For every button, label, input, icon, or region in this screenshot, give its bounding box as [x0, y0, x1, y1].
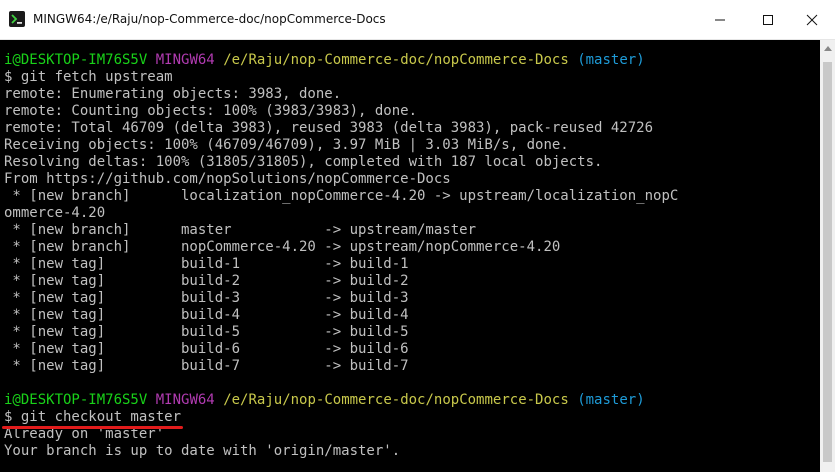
- prompt-shell: MINGW64: [155, 392, 215, 408]
- output-line: remote: Enumerating objects: 3983, done.: [4, 86, 342, 102]
- output-line: * [new branch] localization_nopCommerce-…: [4, 188, 679, 204]
- mingw-app-icon: [9, 11, 25, 27]
- red-underline: [2, 426, 184, 429]
- minimize-button[interactable]: [697, 0, 743, 39]
- prompt-line: i@DESKTOP-IM76S5V MINGW64 /e/Raju/nop-Co…: [4, 52, 678, 69]
- output-line: From https://github.com/nopSolutions/nop…: [4, 171, 451, 187]
- output-line: Resolving deltas: 100% (31805/31805), co…: [4, 154, 603, 170]
- scrollbar-thumb[interactable]: [823, 62, 832, 462]
- close-icon: [806, 14, 818, 25]
- output-line: remote: Total 46709 (delta 3983), reused…: [4, 120, 654, 136]
- prompt-shell: MINGW64: [155, 52, 215, 68]
- output-line: ommerce-4.20: [4, 205, 106, 221]
- title-bar[interactable]: MINGW64:/e/Raju/nop-Commerce-doc/nopComm…: [0, 0, 835, 40]
- prompt-path: /e/Raju/nop-Commerce-doc/nopCommerce-Doc…: [223, 52, 569, 68]
- output-line: * [new tag] build-5 -> build-5: [4, 324, 409, 340]
- output-line: * [new tag] build-7 -> build-7: [4, 358, 409, 374]
- output-line: * [new branch] master -> upstream/master: [4, 222, 477, 238]
- scroll-up-arrow-icon[interactable]: [824, 46, 832, 51]
- minimize-icon: [715, 19, 725, 20]
- output-line: * [new tag] build-6 -> build-6: [4, 341, 409, 357]
- vertical-scrollbar[interactable]: [820, 40, 835, 472]
- output-line: * [new tag] build-2 -> build-2: [4, 273, 409, 289]
- prompt-user: i@DESKTOP-IM76S5V: [4, 52, 148, 68]
- output-line: Your branch is up to date with 'origin/m…: [4, 443, 401, 459]
- maximize-button[interactable]: [745, 0, 791, 39]
- output-line: Receiving objects: 100% (46709/46709), 3…: [4, 137, 569, 153]
- command-text: $ git checkout master: [4, 409, 182, 425]
- output-line: * [new tag] build-1 -> build-1: [4, 256, 409, 272]
- prompt-user: i@DESKTOP-IM76S5V: [4, 392, 148, 408]
- output-line: remote: Counting objects: 100% (3983/398…: [4, 103, 418, 119]
- output-line: * [new branch] nopCommerce-4.20 -> upstr…: [4, 239, 561, 255]
- prompt-line: i@DESKTOP-IM76S5V MINGW64 /e/Raju/nop-Co…: [4, 392, 678, 409]
- close-button[interactable]: [789, 0, 835, 39]
- prompt-branch: (master): [577, 392, 645, 408]
- command-line-highlighted: $ git checkout master: [2, 409, 678, 429]
- window-title: MINGW64:/e/Raju/nop-Commerce-doc/nopComm…: [33, 12, 386, 26]
- maximize-icon: [763, 14, 773, 25]
- output-line: * [new tag] build-4 -> build-4: [4, 307, 409, 323]
- output-line: * [new tag] build-3 -> build-3: [4, 290, 409, 306]
- prompt-branch: (master): [577, 52, 645, 68]
- prompt-path: /e/Raju/nop-Commerce-doc/nopCommerce-Doc…: [223, 392, 569, 408]
- terminal-window: MINGW64:/e/Raju/nop-Commerce-doc/nopComm…: [0, 0, 835, 472]
- terminal-output[interactable]: i@DESKTOP-IM76S5V MINGW64 /e/Raju/nop-Co…: [0, 40, 820, 472]
- command-line: $ git fetch upstream: [4, 69, 173, 85]
